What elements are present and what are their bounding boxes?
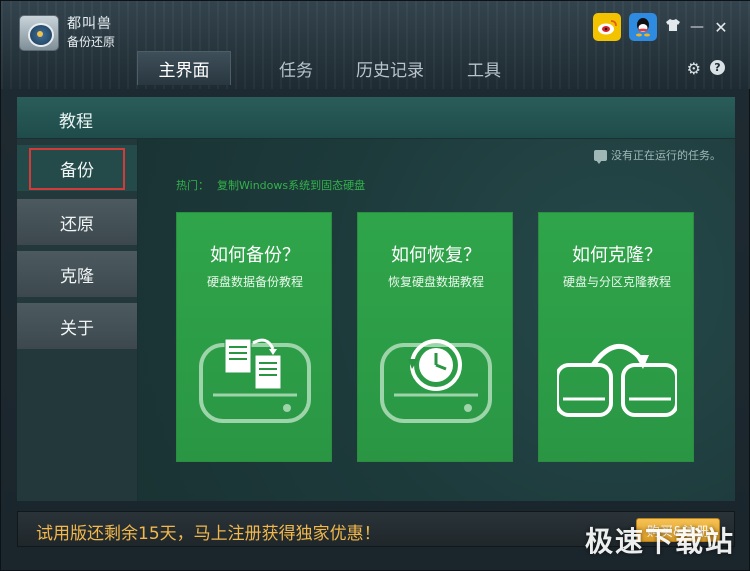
- sidebar-item-label: 克隆: [60, 266, 94, 287]
- settings-gear-icon[interactable]: ⚙: [687, 59, 701, 78]
- task-status: 没有正在运行的任务。: [594, 147, 721, 164]
- section-title: 教程: [59, 112, 93, 132]
- card-clone[interactable]: 如何克隆？ 硬盘与分区克隆教程: [538, 212, 694, 462]
- weibo-icon[interactable]: [593, 13, 621, 41]
- hot-topic-link[interactable]: 复制Windows系统到固态硬盘: [217, 177, 365, 193]
- tutorial-cards: 如何备份？ 硬盘数据备份教程 如何恢复？ 恢复硬盘数据教程 如何克隆？ 硬盘与分…: [176, 212, 706, 462]
- sidebar-item-label: 关于: [60, 318, 94, 339]
- sidebar-item-label: 还原: [60, 214, 94, 235]
- app-logo-icon: [19, 15, 59, 51]
- tab-history[interactable]: 历史记录: [343, 51, 437, 85]
- sidebar-item-about[interactable]: 关于: [17, 303, 137, 349]
- main-panel: 教程 备份 还原 克隆 关于 没有正在运行的任务。 热门： 复制Windows系…: [17, 97, 735, 501]
- sidebar-item-backup[interactable]: 备份: [17, 145, 137, 191]
- skin-tshirt-icon[interactable]: [665, 19, 681, 35]
- app-window: 都叫兽 备份还原 — ✕ 主界面 任务 历史记录 工具 ⚙ ? 教程 备份 还原…: [0, 0, 750, 571]
- tutorial-header: 教程: [17, 97, 735, 139]
- status-text: 没有正在运行的任务。: [611, 149, 721, 162]
- tutorial-content: 没有正在运行的任务。 热门： 复制Windows系统到固态硬盘 如何备份？ 硬盘…: [137, 139, 735, 501]
- trial-message: 试用版还剩余15天，马上注册获得独家优惠！: [36, 524, 381, 544]
- help-icon[interactable]: ?: [710, 60, 725, 75]
- card-backup[interactable]: 如何备份？ 硬盘数据备份教程: [176, 212, 332, 462]
- qq-icon[interactable]: [629, 13, 657, 41]
- minimize-icon[interactable]: —: [689, 19, 705, 35]
- sidebar-item-restore[interactable]: 还原: [17, 199, 137, 245]
- sidebar-item-clone[interactable]: 克隆: [17, 251, 137, 297]
- window-controls: — ✕: [593, 13, 729, 41]
- sidebar: 备份 还原 克隆 关于: [17, 139, 137, 501]
- hot-label: 热门：: [176, 179, 209, 192]
- hot-topic: 热门： 复制Windows系统到固态硬盘: [176, 177, 365, 193]
- backup-drive-icon: [199, 338, 311, 423]
- close-icon[interactable]: ✕: [713, 18, 729, 37]
- clone-drive-icon: [557, 343, 677, 417]
- main-tabs: 主界面 任务 历史记录 工具: [137, 51, 531, 85]
- card-title: 如何恢复？: [391, 245, 481, 266]
- site-watermark: 极速下载站: [584, 525, 735, 558]
- sidebar-item-label: 备份: [60, 160, 94, 181]
- card-restore[interactable]: 如何恢复？ 恢复硬盘数据教程: [357, 212, 513, 462]
- brand-name: 都叫兽: [67, 16, 112, 32]
- tab-home[interactable]: 主界面: [137, 51, 231, 85]
- tab-tasks[interactable]: 任务: [249, 51, 343, 85]
- card-subtitle: 硬盘与分区克隆教程: [562, 275, 671, 289]
- card-subtitle: 硬盘数据备份教程: [206, 275, 303, 289]
- restore-drive-icon: [380, 339, 492, 423]
- tab-tools[interactable]: 工具: [437, 51, 531, 85]
- brand-subtitle: 备份还原: [67, 35, 116, 49]
- card-title: 如何备份？: [210, 245, 300, 266]
- message-icon: [594, 149, 607, 164]
- card-subtitle: 恢复硬盘数据教程: [387, 275, 484, 289]
- card-title: 如何克隆？: [572, 245, 662, 266]
